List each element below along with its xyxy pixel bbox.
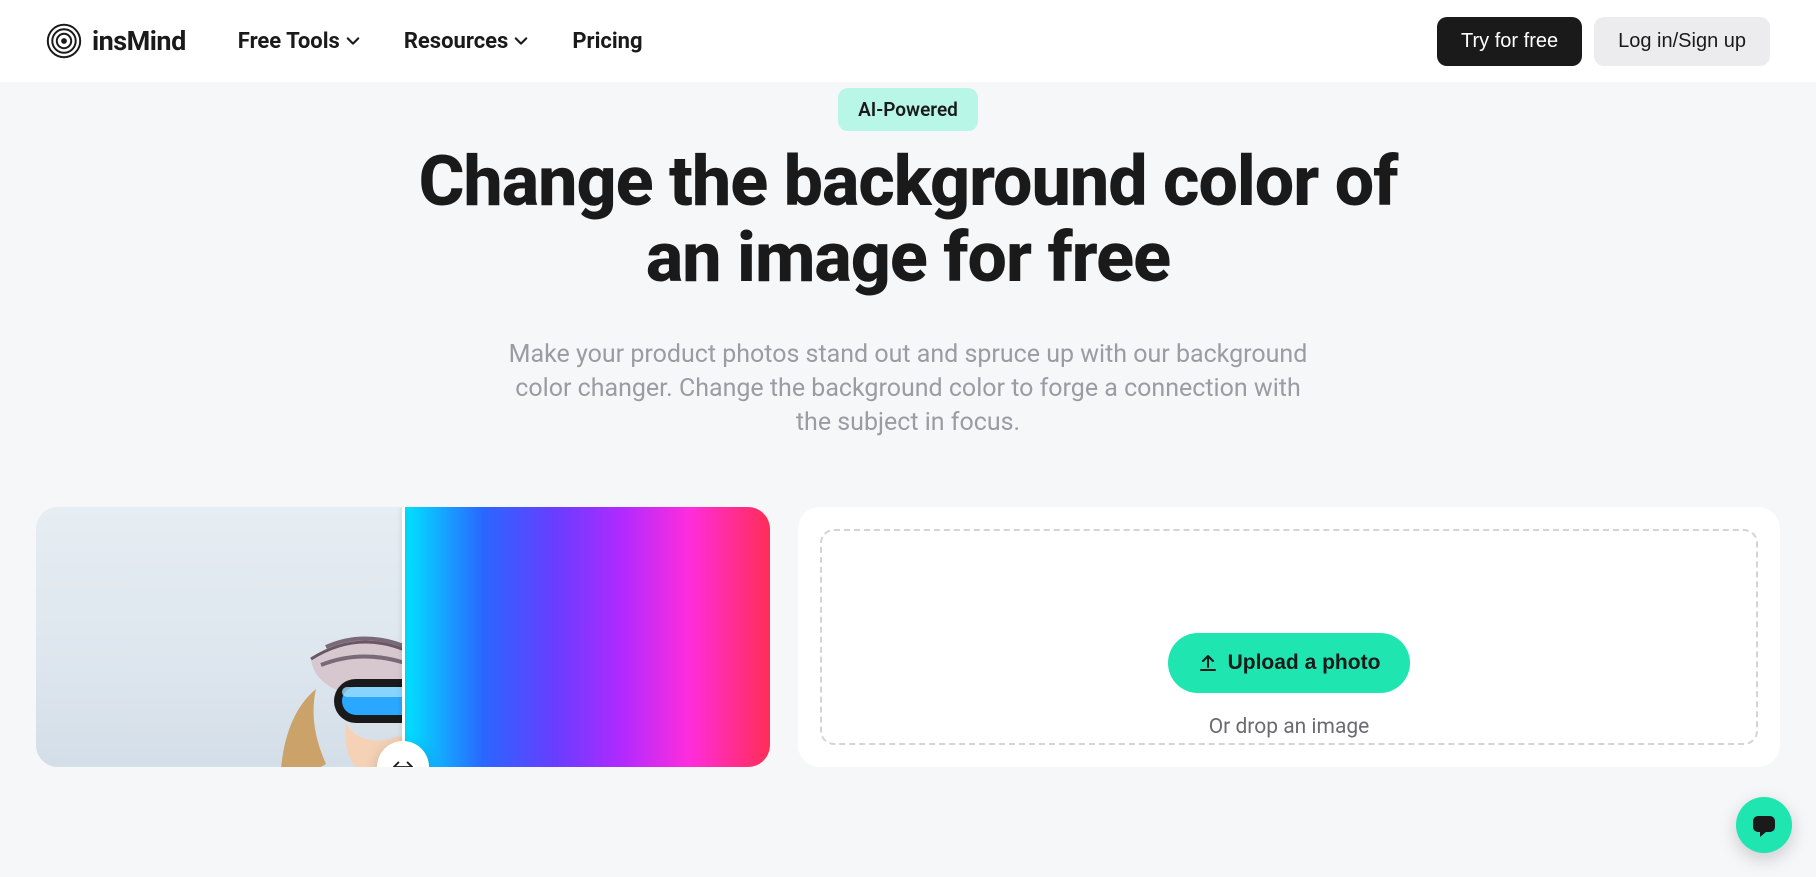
compare-card xyxy=(36,507,770,767)
header-right: Try for free Log in/Sign up xyxy=(1437,17,1770,66)
upload-drop-zone[interactable]: Upload a photo Or drop an image xyxy=(820,529,1758,745)
hero: AI-Powered Change the background color o… xyxy=(0,82,1816,439)
ai-powered-badge: AI-Powered xyxy=(838,88,978,131)
chevron-down-icon xyxy=(514,34,528,48)
help-chat-button[interactable] xyxy=(1736,797,1792,853)
nav-resources[interactable]: Resources xyxy=(404,29,529,54)
logo[interactable]: insMind xyxy=(46,23,186,59)
nav-resources-label: Resources xyxy=(404,29,509,54)
skier-illustration xyxy=(216,569,403,767)
upload-photo-button[interactable]: Upload a photo xyxy=(1168,633,1411,693)
compare-before xyxy=(36,507,403,767)
upload-icon xyxy=(1198,653,1218,673)
compare-after xyxy=(403,507,770,767)
header: insMind Free Tools Resources Pricing Try… xyxy=(0,0,1816,82)
compare-divider xyxy=(402,507,405,767)
nav-free-tools[interactable]: Free Tools xyxy=(238,29,360,54)
chevron-down-icon xyxy=(346,34,360,48)
upload-photo-label: Upload a photo xyxy=(1228,651,1381,675)
content-row: Upload a photo Or drop an image xyxy=(0,439,1816,767)
nav-pricing[interactable]: Pricing xyxy=(572,29,642,54)
horizontal-arrows-icon xyxy=(392,760,414,767)
upload-card: Upload a photo Or drop an image xyxy=(798,507,1780,767)
chat-icon xyxy=(1750,811,1778,839)
nav-free-tools-label: Free Tools xyxy=(238,29,340,54)
logo-text: insMind xyxy=(92,25,186,57)
login-signup-button[interactable]: Log in/Sign up xyxy=(1594,17,1770,66)
upload-hint: Or drop an image xyxy=(1209,715,1370,739)
nav: Free Tools Resources Pricing xyxy=(238,29,643,54)
page-title: Change the background color of an image … xyxy=(408,145,1408,296)
page-subtitle: Make your product photos stand out and s… xyxy=(498,338,1318,439)
nav-pricing-label: Pricing xyxy=(572,29,642,54)
try-free-button[interactable]: Try for free xyxy=(1437,17,1582,66)
header-left: insMind Free Tools Resources Pricing xyxy=(46,23,643,59)
logo-icon xyxy=(46,23,82,59)
